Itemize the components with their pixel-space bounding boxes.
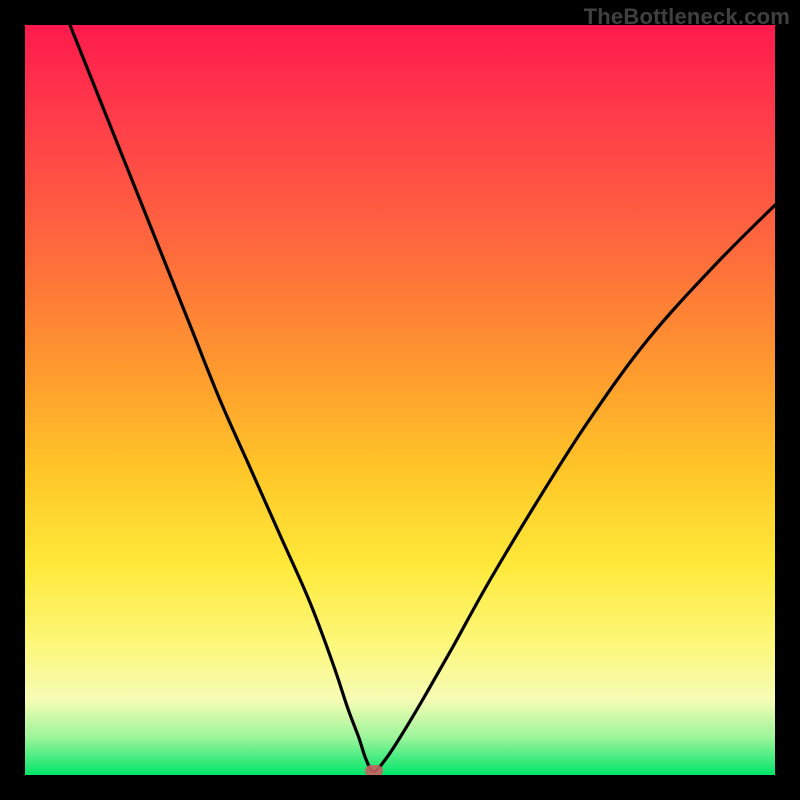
bottleneck-curve: [70, 25, 775, 771]
watermark-text: TheBottleneck.com: [584, 4, 790, 30]
optimum-marker: [365, 765, 383, 776]
chart-frame: TheBottleneck.com: [0, 0, 800, 800]
curve-svg: [25, 25, 775, 775]
plot-area: [25, 25, 775, 775]
